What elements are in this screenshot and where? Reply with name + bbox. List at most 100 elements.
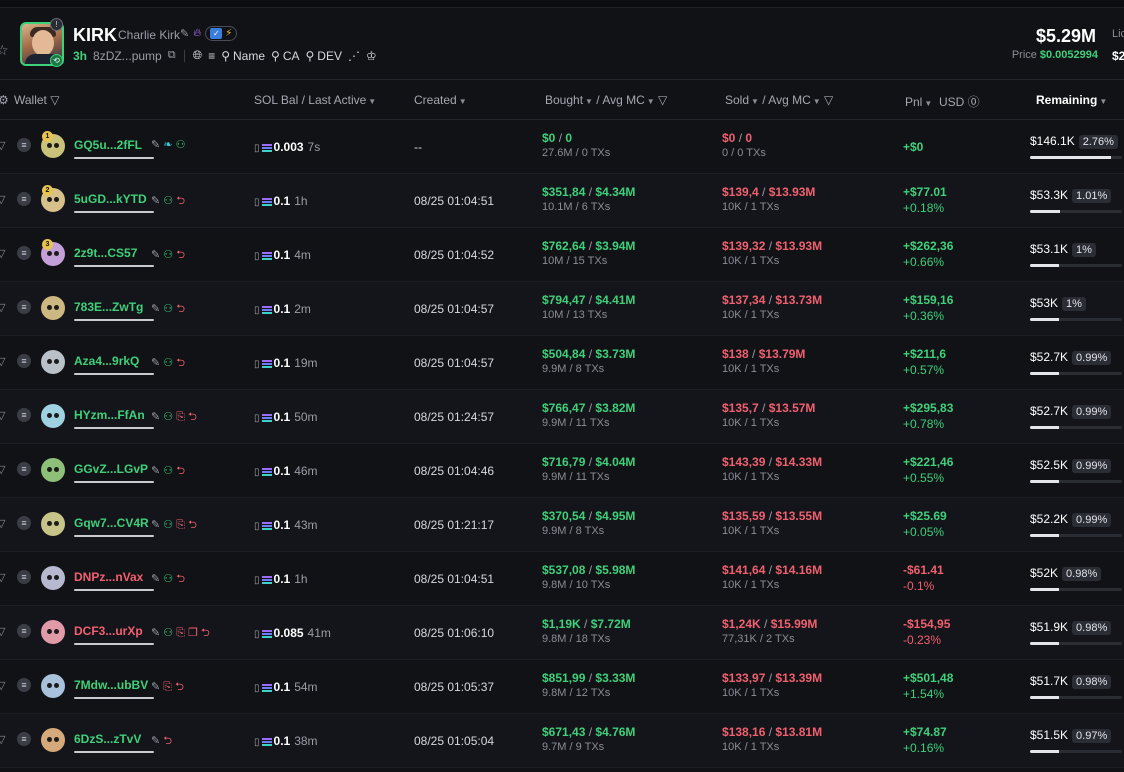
column-pnl[interactable]: Pnl ▼ USD ⓪ xyxy=(905,93,980,110)
wallet-address[interactable]: HYzm...FfAn xyxy=(74,408,145,422)
globe-icon[interactable]: 🌐︎ xyxy=(193,48,203,63)
filter-icon[interactable]: ▽ xyxy=(0,355,5,368)
filter-icon[interactable]: ▽ xyxy=(0,625,5,638)
filter-icon[interactable]: ▽ xyxy=(658,93,667,107)
exit-icon[interactable]: ⮌ xyxy=(188,519,197,531)
exit-icon[interactable]: ⮌ xyxy=(188,411,197,423)
pencil-icon[interactable]: ✎ xyxy=(151,573,160,585)
table-row[interactable]: ▽ ≡ 1 GQ5u...2fFL ✎ ❧ ⚇ ▯ 0.003 7s -- $0 /… xyxy=(0,120,1124,174)
filter-icon[interactable]: ▽ xyxy=(0,733,5,746)
edit-icon[interactable]: ✎ xyxy=(180,27,189,40)
column-sol-bal[interactable]: SOL Bal / Last Active ▼ xyxy=(254,93,376,107)
pencil-icon[interactable]: ✎ xyxy=(151,735,160,747)
avatar[interactable] xyxy=(41,674,65,698)
pencil-icon[interactable]: ✎ xyxy=(151,195,160,207)
exit-icon[interactable]: ⮌ xyxy=(176,573,185,585)
filter-icon[interactable]: ▽ xyxy=(0,247,5,260)
add-icon[interactable]: ⚇ xyxy=(163,249,173,261)
filter-icon[interactable]: ▽ xyxy=(0,463,5,476)
wallet-address[interactable]: 2z9t...CS57 xyxy=(74,246,137,260)
pencil-icon[interactable]: ✎ xyxy=(151,627,160,639)
add-icon[interactable]: ⚇ xyxy=(163,627,173,639)
pencil-icon[interactable]: ✎ xyxy=(151,139,160,151)
pencil-icon[interactable]: ✎ xyxy=(151,519,160,531)
list-icon[interactable]: ≡ xyxy=(208,49,215,63)
stack-icon[interactable]: ❐ xyxy=(188,627,198,639)
wallet-address[interactable]: 783E...ZwTg xyxy=(74,300,143,314)
share-icon[interactable]: ⋰ xyxy=(348,49,360,63)
crown-icon[interactable]: ♔ xyxy=(366,49,377,63)
exit-icon[interactable]: ⮌ xyxy=(176,303,185,315)
add-icon[interactable]: ⚇ xyxy=(163,411,173,423)
wallet-address[interactable]: Aza4...9rkQ xyxy=(74,354,139,368)
search-dev-button[interactable]: ⚲ DEV xyxy=(305,49,341,63)
menu-icon[interactable]: ≡ xyxy=(17,462,31,476)
add-icon[interactable]: ⚇ xyxy=(176,139,186,151)
exit-icon[interactable]: ⮌ xyxy=(175,681,184,693)
menu-icon[interactable]: ≡ xyxy=(17,516,31,530)
avatar[interactable] xyxy=(41,728,65,752)
pencil-icon[interactable]: ✎ xyxy=(151,303,160,315)
table-row[interactable]: ▽ ≡ DNPz...nVax ✎ ⚇ ⮌ ▯ 0.1 1h 08/25 01:04… xyxy=(0,552,1124,606)
search-name-button[interactable]: ⚲ Name xyxy=(221,49,265,63)
wallet-address[interactable]: 6DzS...zTvV xyxy=(74,732,141,746)
exit-icon[interactable]: ⮌ xyxy=(176,357,185,369)
filter-icon[interactable]: ▽ xyxy=(0,409,5,422)
avatar[interactable] xyxy=(41,512,65,536)
table-row[interactable]: ▽ ≡ GGvZ...LGvP ✎ ⚇ ⮌ ▯ 0.1 46m 08/25 01:0… xyxy=(0,444,1124,498)
filter-icon[interactable]: ▽ xyxy=(50,93,59,107)
exit-icon[interactable]: ⮌ xyxy=(201,627,210,639)
column-wallet[interactable]: Wallet ▽ xyxy=(14,93,59,107)
add-icon[interactable]: ⚇ xyxy=(163,519,173,531)
avatar[interactable] xyxy=(41,620,65,644)
pencil-icon[interactable]: ✎ xyxy=(151,411,160,423)
copy-icon[interactable]: ⧉ xyxy=(168,49,176,62)
wallet-address[interactable]: 7Mdw...ubBV xyxy=(74,678,148,692)
copy-icon[interactable]: ⎘ xyxy=(176,519,185,531)
table-row[interactable]: ▽ ≡ 6DzS...zTvV ✎ ⮌ ▯ 0.1 38m 08/25 01:05:… xyxy=(0,714,1124,768)
column-remaining[interactable]: Remaining ▼ xyxy=(1036,93,1107,107)
wallet-address[interactable]: GGvZ...LGvP xyxy=(74,462,148,476)
pencil-icon[interactable]: ✎ xyxy=(151,249,160,261)
fish-icon[interactable]: ❧ xyxy=(163,139,172,151)
column-sold[interactable]: Sold ▼ / Avg MC ▼ ▽ xyxy=(725,93,833,107)
pencil-icon[interactable]: ✎ xyxy=(151,465,160,477)
column-bought[interactable]: Bought ▼ / Avg MC ▼ ▽ xyxy=(545,93,667,107)
avatar[interactable] xyxy=(41,458,65,482)
copy-icon[interactable]: ⎘ xyxy=(176,411,185,423)
menu-icon[interactable]: ≡ xyxy=(17,300,31,314)
search-ca-button[interactable]: ⚲ CA xyxy=(271,49,299,63)
avatar[interactable]: 3 xyxy=(41,239,65,266)
exit-icon[interactable]: ⮌ xyxy=(176,465,185,477)
copy-icon[interactable]: ⎘ xyxy=(163,681,172,693)
menu-icon[interactable]: ≡ xyxy=(17,354,31,368)
column-created[interactable]: Created ▼ xyxy=(414,93,467,107)
token-address[interactable]: 8zDZ...pump xyxy=(93,49,162,63)
add-icon[interactable]: ⚇ xyxy=(163,195,173,207)
social-chips[interactable]: ✓ ⚡︎ xyxy=(205,26,238,41)
table-row[interactable]: ▽ ≡ Aza4...9rkQ ✎ ⚇ ⮌ ▯ 0.1 19m 08/25 01:0… xyxy=(0,336,1124,390)
exit-icon[interactable]: ⮌ xyxy=(176,249,185,261)
avatar[interactable] xyxy=(41,404,65,428)
wallet-address[interactable]: Gqw7...CV4R xyxy=(74,516,149,530)
menu-icon[interactable]: ≡ xyxy=(17,732,31,746)
filter-icon[interactable]: ▽ xyxy=(0,193,5,206)
currency-toggle-icon[interactable]: ⓪ xyxy=(968,95,980,109)
menu-icon[interactable]: ≡ xyxy=(17,138,31,152)
avatar[interactable] xyxy=(41,296,65,320)
table-row[interactable]: ▽ ≡ Gqw7...CV4R ✎ ⚇ ⎘ ⮌ ▯ 0.1 43m 08/25 01… xyxy=(0,498,1124,552)
table-row[interactable]: ▽ ≡ 3 2z9t...CS57 ✎ ⚇ ⮌ ▯ 0.1 4m 08/25 01:… xyxy=(0,228,1124,282)
pencil-icon[interactable]: ✎ xyxy=(151,681,160,693)
table-row[interactable]: ▽ ≡ HYzm...FfAn ✎ ⚇ ⎘ ⮌ ▯ 0.1 50m 08/25 01… xyxy=(0,390,1124,444)
table-row[interactable]: ▽ ≡ 783E...ZwTg ✎ ⚇ ⮌ ▯ 0.1 2m 08/25 01:04… xyxy=(0,282,1124,336)
avatar[interactable]: 1 xyxy=(41,131,65,158)
table-row[interactable]: ▽ ≡ 7Mdw...ubBV ✎ ⎘ ⮌ ▯ 0.1 54m 08/25 01:0… xyxy=(0,660,1124,714)
wallet-address[interactable]: DCF3...urXp xyxy=(74,624,143,638)
copy-icon[interactable]: ⎘ xyxy=(176,627,185,639)
table-row[interactable]: ▽ ≡ DCF3...urXp ✎ ⚇ ⎘ ❐ ⮌ ▯ 0.085 41m 08/2… xyxy=(0,606,1124,660)
avatar[interactable]: 2 xyxy=(41,185,65,212)
add-icon[interactable]: ⚇ xyxy=(163,357,173,369)
add-icon[interactable]: ⚇ xyxy=(163,465,173,477)
menu-icon[interactable]: ≡ xyxy=(17,408,31,422)
wallet-address[interactable]: GQ5u...2fFL xyxy=(74,138,142,152)
